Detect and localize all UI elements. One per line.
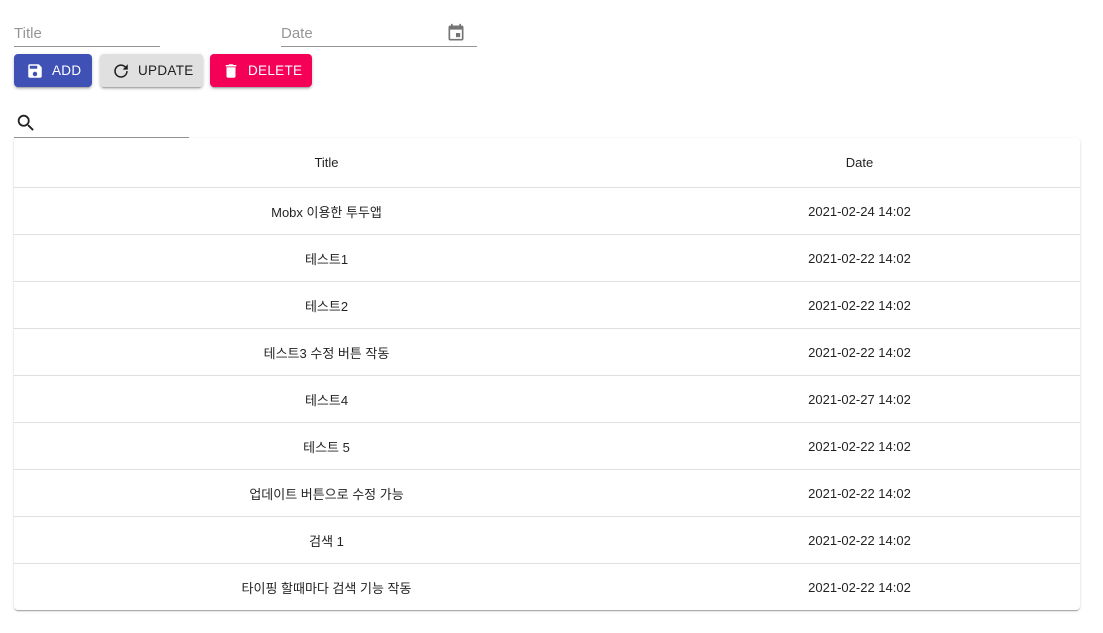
row-date: 2021-02-22 14:02 <box>639 422 1080 470</box>
column-header-date[interactable]: Date <box>639 138 1080 188</box>
table-row[interactable]: 테스트1 2021-02-22 14:02 <box>14 234 1080 282</box>
row-date: 2021-02-27 14:02 <box>639 375 1080 423</box>
delete-button-label: DELETE <box>248 63 303 78</box>
row-title: 검색 1 <box>14 516 639 564</box>
calendar-icon[interactable] <box>446 23 466 43</box>
table-row[interactable]: 테스트2 2021-02-22 14:02 <box>14 281 1080 329</box>
row-date: 2021-02-24 14:02 <box>639 187 1080 235</box>
row-date: 2021-02-22 14:02 <box>639 328 1080 376</box>
table-header-row: Title Date <box>14 138 1080 188</box>
todo-table: Title Date Mobx 이용한 투두앱 2021-02-24 14:02… <box>14 138 1080 610</box>
add-button-label: ADD <box>52 63 82 78</box>
row-title: 테스트3 수정 버튼 작동 <box>14 328 639 376</box>
search-icon <box>15 112 37 134</box>
title-field <box>14 23 160 47</box>
row-title: 테스트4 <box>14 375 639 423</box>
row-title: 업데이트 버튼으로 수정 가능 <box>14 469 639 517</box>
row-title: 테스트 5 <box>14 422 639 470</box>
todo-app: ADD UPDATE DELETE Title Date <box>0 0 1103 633</box>
row-date: 2021-02-22 14:02 <box>639 234 1080 282</box>
delete-button[interactable]: DELETE <box>210 54 312 87</box>
date-input[interactable] <box>281 23 441 45</box>
row-date: 2021-02-22 14:02 <box>639 516 1080 564</box>
row-date: 2021-02-22 14:02 <box>639 281 1080 329</box>
row-title: 테스트2 <box>14 281 639 329</box>
row-title: 타이핑 할때마다 검색 기능 작동 <box>241 580 412 596</box>
row-title: 테스트1 <box>14 234 639 282</box>
table-row[interactable]: 테스트4 2021-02-27 14:02 <box>14 375 1080 423</box>
title-input[interactable] <box>14 23 160 45</box>
row-date: 2021-02-22 14:02 <box>808 579 911 595</box>
search-field <box>14 112 189 138</box>
search-input[interactable] <box>42 113 187 135</box>
table-row[interactable]: Mobx 이용한 투두앱 2021-02-24 14:02 <box>14 187 1080 235</box>
row-date: 2021-02-22 14:02 <box>639 469 1080 517</box>
update-button[interactable]: UPDATE <box>100 54 203 87</box>
table-row[interactable]: 테스트 5 2021-02-22 14:02 <box>14 422 1080 470</box>
trash-icon <box>225 63 237 78</box>
table-row[interactable]: 업데이트 버튼으로 수정 가능 2021-02-22 14:02 <box>14 469 1080 517</box>
table-row[interactable]: 검색 1 2021-02-22 14:02 <box>14 516 1080 564</box>
column-header-title[interactable]: Title <box>14 138 639 188</box>
date-field <box>281 23 477 47</box>
add-button[interactable]: ADD <box>14 54 92 87</box>
table-row[interactable]: 타이핑 할때마다 검색 기능 작동 2021-02-22 14:02 <box>14 564 1080 611</box>
row-title: Mobx 이용한 투두앱 <box>14 187 639 235</box>
save-icon <box>28 63 42 78</box>
refresh-icon <box>114 63 128 78</box>
update-button-label: UPDATE <box>138 63 194 78</box>
table-row[interactable]: 테스트3 수정 버튼 작동 2021-02-22 14:02 <box>14 328 1080 376</box>
